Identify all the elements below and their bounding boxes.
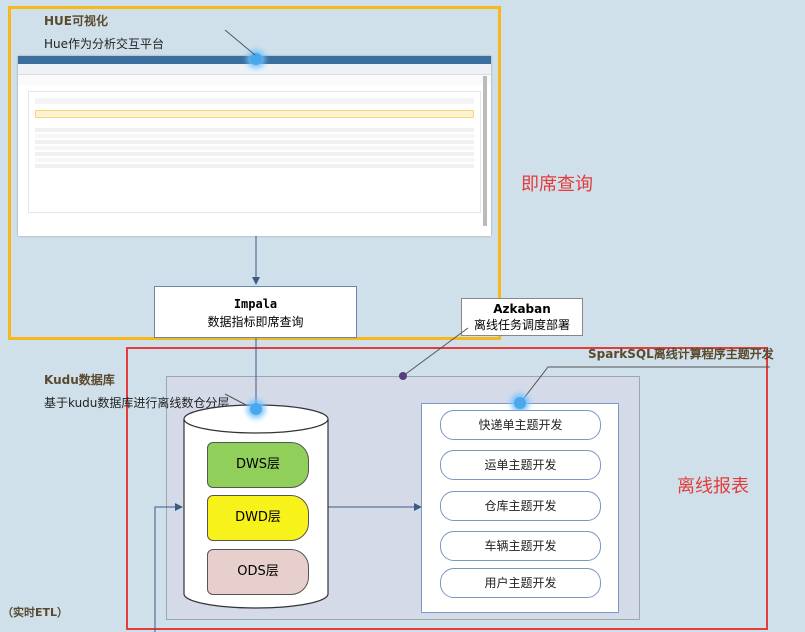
topic-warehouse-label: 仓库主题开发 — [484, 499, 557, 513]
topic-express-label: 快递单主题开发 — [478, 418, 563, 432]
layer-dws-label: DWS层 — [235, 457, 281, 472]
layer-dwd-label: DWD层 — [235, 510, 281, 525]
topic-user-label: 用户主题开发 — [484, 576, 557, 590]
topic-vehicle-label: 车辆主题开发 — [484, 539, 557, 553]
topic-user: 用户主题开发 — [440, 568, 601, 598]
layer-ods-label: ODS层 — [237, 564, 279, 579]
topic-express: 快递单主题开发 — [440, 410, 601, 440]
topic-warehouse: 仓库主题开发 — [440, 491, 601, 521]
topic-waybill: 运单主题开发 — [440, 450, 601, 480]
topic-vehicle: 车辆主题开发 — [440, 531, 601, 561]
kudu-marker — [250, 403, 262, 415]
sparksql-marker — [514, 397, 526, 409]
connectors — [154, 29, 770, 632]
etl-label: （实时ETL） — [2, 606, 69, 619]
layer-ods: ODS层 — [207, 549, 309, 595]
layer-dwd: DWD层 — [207, 495, 309, 541]
topic-waybill-label: 运单主题开发 — [484, 458, 557, 472]
layer-dws: DWS层 — [207, 442, 309, 488]
